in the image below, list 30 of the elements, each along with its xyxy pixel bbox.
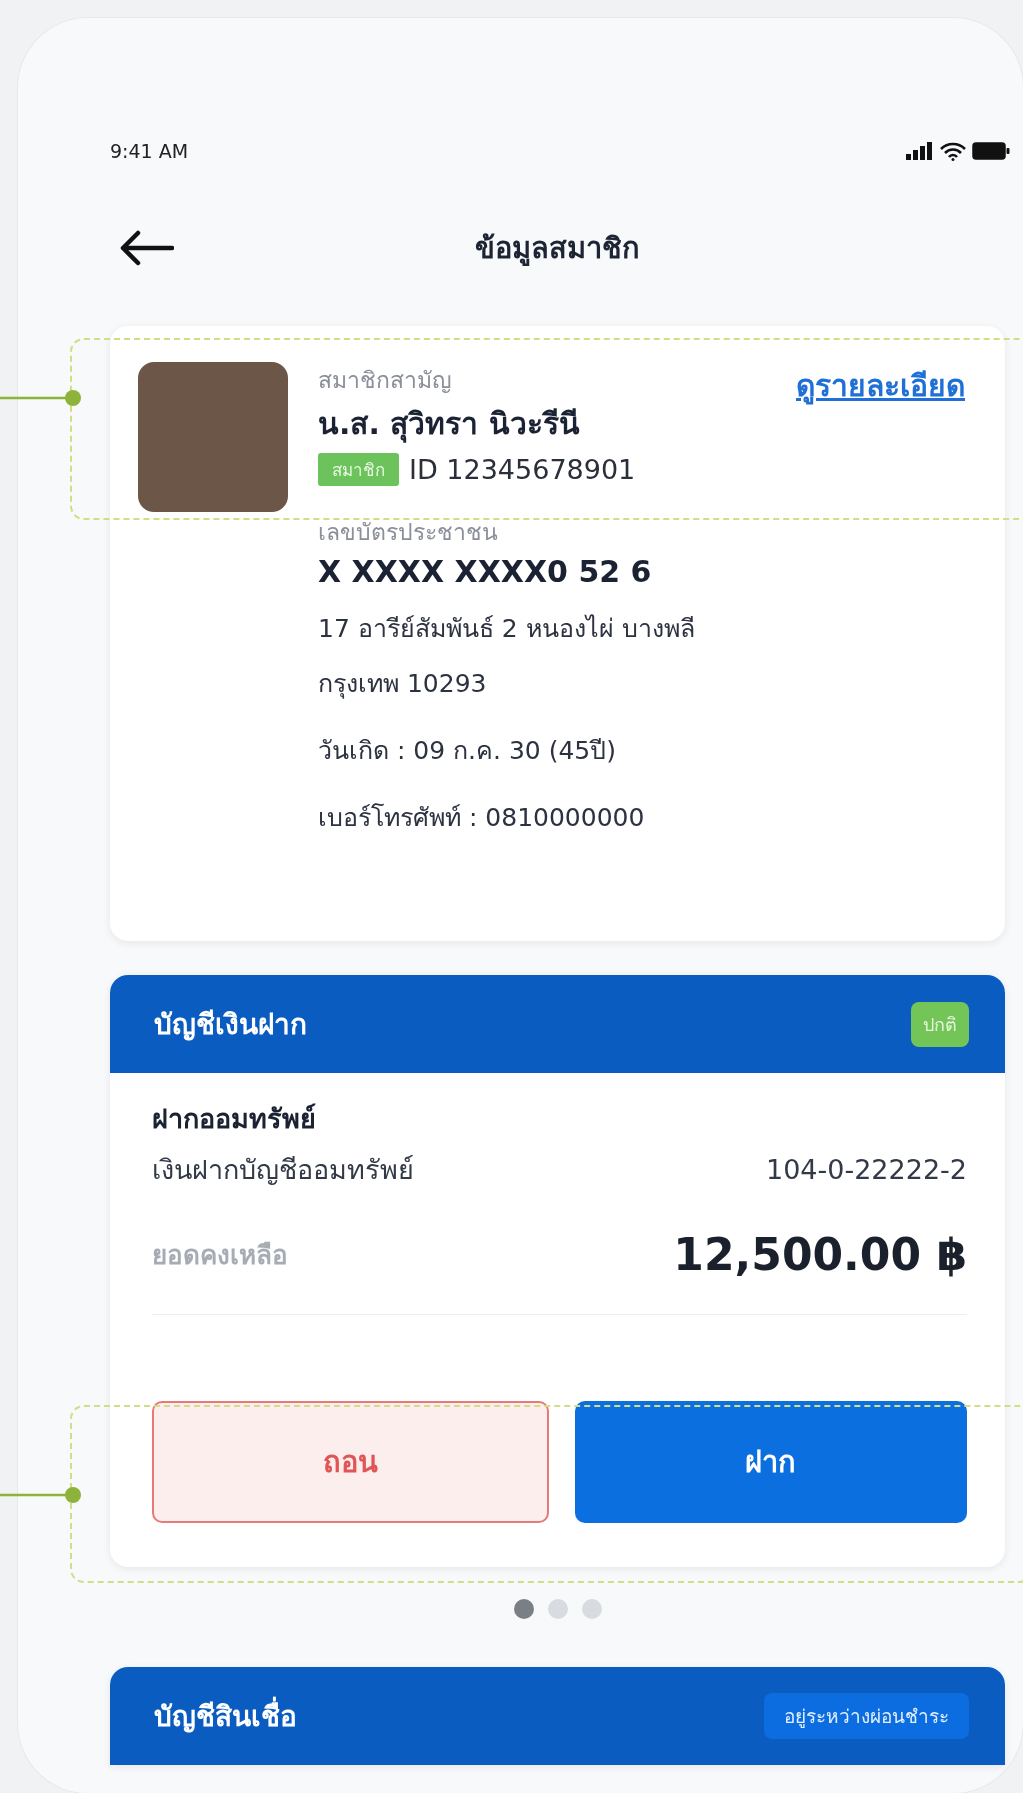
page-dot[interactable]: [513, 1599, 534, 1619]
birth-date-text: วันเกิด : 09 ก.ค. 30 (45ปี): [318, 735, 617, 767]
signal-icon: [906, 142, 934, 160]
address-text: 17 อารีย์สัมพันธ์ 2 หนองไผ่ บางพลี กรุงเทพ 10293: [318, 613, 696, 701]
id-card-label: เลขบัตรประชาชน: [318, 518, 499, 547]
deposit-button[interactable]: ฝาก: [574, 1401, 967, 1523]
battery-icon: [972, 142, 1010, 160]
balance-amount: 12,500.00 ฿: [673, 1229, 967, 1280]
back-arrow-icon[interactable]: [118, 230, 174, 266]
status-time: 9:41 AM: [110, 140, 189, 162]
deposit-title: บัญชีเงินฝาก: [154, 1007, 307, 1043]
member-id: ID 12345678901: [409, 454, 636, 485]
member-badge: สมาชิก: [318, 453, 399, 486]
phone-text: เบอร์โทรศัพท์ : 0810000000: [318, 802, 646, 834]
account-number: 104-0-22222-2: [766, 1154, 967, 1185]
page-dot[interactable]: [581, 1599, 602, 1619]
screen-title: ข้อมูลสมาชิก: [474, 230, 641, 268]
status-badge: ปกติ: [911, 1001, 969, 1047]
page-dot[interactable]: [547, 1599, 568, 1619]
member-name: น.ส. สุวิทรา นิวะรีนี: [318, 405, 580, 445]
account-type: ฝากออมทรัพย์: [152, 1102, 317, 1136]
withdraw-button[interactable]: ถอน: [152, 1401, 549, 1523]
member-type: สมาชิกสามัญ: [318, 366, 453, 395]
details-link[interactable]: ดูรายละเอียด: [796, 362, 965, 409]
account-name: เงินฝากบัญชีออมทรัพย์: [152, 1153, 414, 1187]
id-card-number: X XXXX XXXX0 52 6: [318, 554, 653, 589]
loan-title: บัญชีสินเชื่อ: [154, 1694, 297, 1738]
status-badge: อยู่ระหว่างผ่อนชำระ: [764, 1693, 969, 1739]
balance-label: ยอดคงเหลือ: [152, 1239, 288, 1272]
wifi-icon: [940, 141, 966, 161]
